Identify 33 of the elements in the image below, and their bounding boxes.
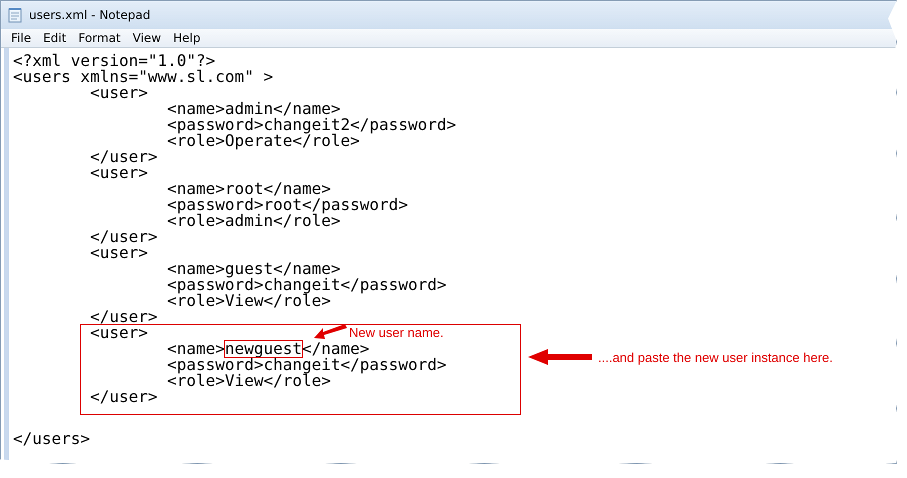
menu-item[interactable]: File	[5, 31, 38, 45]
code-line: <user>	[90, 85, 148, 101]
code-line: </user>	[90, 309, 158, 325]
menu-item[interactable]: View	[126, 31, 168, 45]
annotation-label: ....and paste the new user instance here.	[598, 350, 833, 365]
code-line: <users xmlns="www.sl.com" >	[13, 69, 274, 85]
code-line: <name>	[167, 341, 225, 357]
code-line: <user>	[90, 245, 148, 261]
menu-item[interactable]: Help	[167, 31, 206, 45]
annotation-label: New user name.	[349, 325, 444, 340]
code-line: <?xml version="1.0"?>	[13, 53, 216, 69]
code-line: </users>	[13, 431, 90, 447]
code-line: <role>View</role>	[167, 293, 331, 309]
code-line: <name>admin</name>	[167, 101, 341, 117]
code-line: <name>root</name>	[167, 181, 331, 197]
menu-item[interactable]: Format	[72, 31, 127, 45]
code-line: </user>	[90, 229, 158, 245]
code-line: <user>	[90, 165, 148, 181]
notepad-icon	[7, 7, 23, 23]
code-line: <password>changeit</password>	[167, 277, 446, 293]
code-line: <password>changeit</password>	[167, 357, 446, 373]
code-line: </user>	[90, 389, 158, 405]
code-line: </user>	[90, 149, 158, 165]
code-line: <role>admin</role>	[167, 213, 341, 229]
code-line: <role>View</role>	[167, 373, 331, 389]
code-line: <name>guest</name>	[167, 261, 341, 277]
highlighted-text: newguest	[224, 341, 302, 357]
code-line: <user>	[90, 325, 148, 341]
window-title: users.xml - Notepad	[29, 8, 150, 22]
code-line: <password>changeit2</password>	[167, 117, 456, 133]
code-line: <role>Operate</role>	[167, 133, 360, 149]
code-line: <password>root</password>	[167, 197, 408, 213]
menu-item[interactable]: Edit	[37, 31, 72, 45]
